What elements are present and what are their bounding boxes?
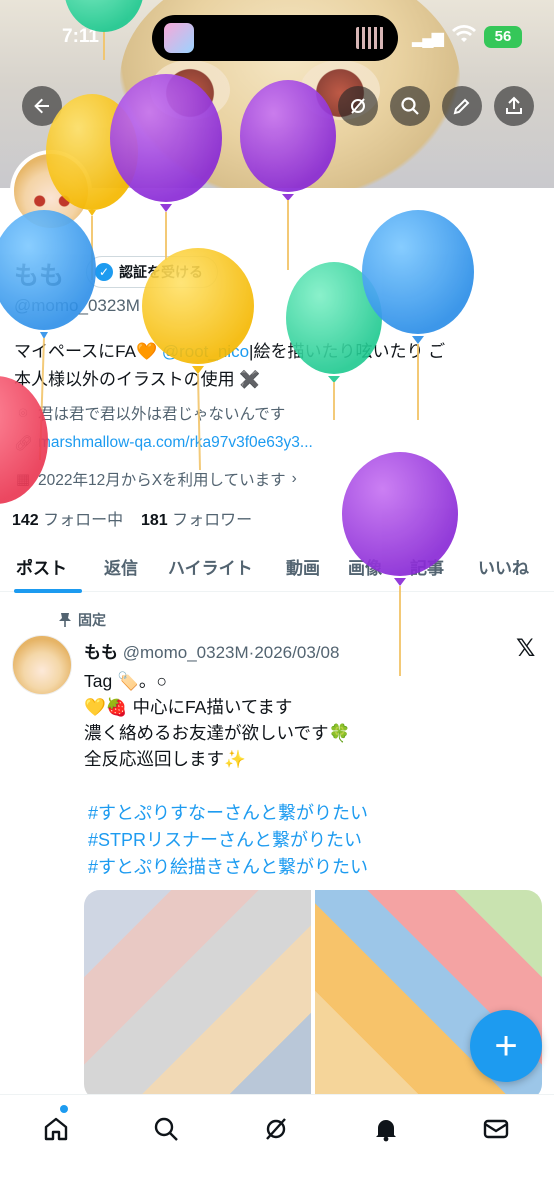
post-author-name[interactable]: もも bbox=[84, 643, 118, 662]
bio-text: 本人様以外のイラストの使用 ✖️ bbox=[14, 370, 261, 389]
get-verified-button[interactable]: ✓ 認証を受ける bbox=[86, 256, 218, 288]
status-time: 7:11 bbox=[62, 26, 99, 47]
pinned-indicator: 固定 bbox=[58, 610, 106, 630]
calendar-icon: ▦ bbox=[15, 471, 31, 488]
mail-icon bbox=[483, 1119, 509, 1139]
bell-icon bbox=[376, 1120, 396, 1142]
verified-badge-icon: ✓ bbox=[95, 263, 113, 281]
profile-bio: マイペースにFA🧡 @root_nico|絵を描いたり呟いたり ご 本人様以外の… bbox=[14, 338, 534, 394]
post-author-avatar[interactable] bbox=[12, 635, 72, 695]
chevron-right-icon: › bbox=[291, 470, 297, 487]
website-link[interactable]: marshmallow-qa.com/rka97v3f0e63y3... bbox=[38, 434, 313, 452]
battery-indicator: 56 bbox=[484, 26, 522, 48]
profile-location: ⌾ 君は君で君以外は君じゃないんです bbox=[14, 402, 285, 424]
following-label: フォロー中 bbox=[43, 512, 124, 529]
nav-notifications[interactable] bbox=[366, 1109, 406, 1149]
following-link[interactable]: 142 フォロー中 bbox=[12, 512, 123, 529]
active-tab-indicator bbox=[14, 589, 82, 593]
followers-link[interactable]: 181 フォロワー bbox=[141, 512, 252, 529]
back-arrow-icon bbox=[34, 98, 49, 114]
joined-text: 2022年12月からXを利用しています bbox=[38, 472, 286, 489]
dynamic-island[interactable] bbox=[152, 15, 398, 61]
now-playing-artwork bbox=[164, 23, 194, 53]
cellular-signal-icon: ▂▄▆ bbox=[412, 30, 444, 47]
tab-articles[interactable]: 記事 bbox=[410, 554, 444, 579]
search-icon bbox=[401, 97, 419, 115]
tab-videos[interactable]: 動画 bbox=[286, 554, 320, 579]
hashtag-link[interactable]: #STPRリスナーさんと繋がりたい bbox=[88, 827, 368, 854]
nav-grok[interactable] bbox=[256, 1109, 296, 1149]
profile-joined[interactable]: ▦ 2022年12月からXを利用しています › bbox=[14, 468, 297, 490]
post-text: Tag 🏷️。○ 💛🍓 中心にFA描いてます 濃く絡めるお友達が欲しいです🍀 全… bbox=[84, 668, 524, 772]
location-pin-icon: ⌾ bbox=[18, 404, 28, 422]
nav-messages[interactable] bbox=[476, 1109, 516, 1149]
followers-count: 181 bbox=[140, 512, 168, 529]
post-line: Tag 🏷️。○ bbox=[84, 671, 167, 691]
link-icon: 🔗︎ bbox=[14, 435, 34, 452]
pin-icon bbox=[59, 613, 71, 627]
plus-icon: + bbox=[494, 1023, 518, 1068]
bottom-navigation bbox=[0, 1094, 554, 1200]
bio-mention-link[interactable]: @root_nico bbox=[162, 342, 249, 361]
nav-home[interactable] bbox=[36, 1109, 76, 1149]
audio-waveform-icon bbox=[356, 27, 384, 49]
grok-icon bbox=[266, 1118, 286, 1140]
tab-likes[interactable]: いいね bbox=[478, 554, 529, 579]
profile-tabs: ポスト 返信 ハイライト 動画 画像 記事 いいね bbox=[0, 540, 554, 593]
wifi-icon bbox=[452, 24, 476, 50]
post-media bbox=[84, 890, 542, 1100]
notification-dot bbox=[60, 1105, 68, 1113]
heart-emoji: 🧡 bbox=[135, 342, 158, 361]
hashtag-link[interactable]: #すとぷり絵描きさんと繋がりたい bbox=[88, 854, 368, 881]
post-handle-date: @momo_0323M·2026/03/08 bbox=[122, 643, 340, 662]
share-icon bbox=[506, 96, 522, 114]
x-logo-icon[interactable]: 𝕏 bbox=[516, 634, 535, 663]
share-button[interactable] bbox=[494, 86, 534, 126]
profile-handle: @momo_0323M bbox=[14, 296, 140, 315]
post-header: もも @momo_0323M·2026/03/08 bbox=[84, 638, 339, 663]
compose-post-button[interactable]: + bbox=[470, 1010, 542, 1082]
post-hashtags: #すとぷりすなーさんと繋がりたい #STPRリスナーさんと繋がりたい #すとぷり… bbox=[88, 800, 368, 881]
post-line: 濃く絡めるお友達が欲しいです🍀 bbox=[84, 723, 351, 743]
pencil-icon bbox=[453, 98, 470, 115]
edit-button[interactable] bbox=[442, 86, 482, 126]
follow-stats: 142 フォロー中 181 フォロワー bbox=[12, 506, 252, 530]
tab-posts[interactable]: ポスト bbox=[16, 554, 67, 579]
post-line: 💛🍓 中心にFA描いてます bbox=[84, 697, 293, 717]
back-button[interactable] bbox=[22, 86, 62, 126]
hashtag-link[interactable]: #すとぷりすなーさんと繋がりたい bbox=[88, 800, 368, 827]
grok-icon bbox=[351, 98, 365, 114]
home-icon bbox=[44, 1117, 68, 1141]
tab-replies[interactable]: 返信 bbox=[104, 554, 138, 579]
post-image[interactable] bbox=[84, 890, 311, 1100]
profile-avatar[interactable] bbox=[10, 150, 92, 232]
bio-text: |絵を描いたり呟いたり ご bbox=[249, 342, 446, 361]
followers-label: フォロワー bbox=[172, 512, 253, 529]
location-text: 君は君で君以外は君じゃないんです bbox=[38, 406, 286, 423]
nav-explore[interactable] bbox=[146, 1109, 186, 1149]
search-icon bbox=[154, 1117, 178, 1141]
search-button[interactable] bbox=[390, 86, 430, 126]
pinned-label: 固定 bbox=[78, 612, 106, 628]
banner-artwork-eye bbox=[150, 60, 230, 120]
tab-highlights[interactable]: ハイライト bbox=[168, 554, 253, 579]
profile-website[interactable]: 🔗︎ marshmallow-qa.com/rka97v3f0e63y3... bbox=[14, 434, 313, 452]
bio-text: マイペースにFA bbox=[14, 342, 136, 361]
following-count: 142 bbox=[12, 512, 39, 529]
post-line: 全反応巡回します✨ bbox=[84, 749, 246, 769]
tab-media[interactable]: 画像 bbox=[348, 554, 382, 579]
get-verified-label: 認証を受ける bbox=[119, 264, 203, 280]
grok-button[interactable] bbox=[338, 86, 378, 126]
profile-name: もも bbox=[14, 262, 65, 290]
